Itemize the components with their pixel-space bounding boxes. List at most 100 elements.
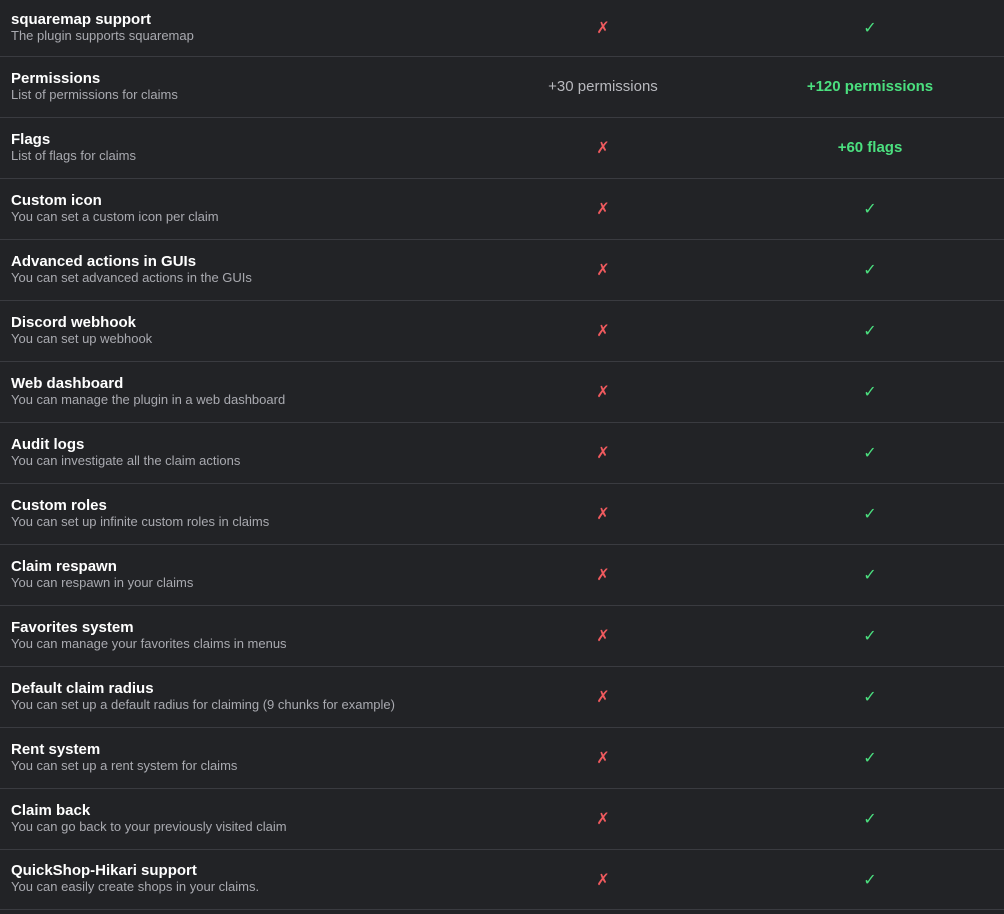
check-icon: ✓	[863, 565, 877, 584]
feature-description: You can manage your favorites claims in …	[11, 635, 287, 651]
cross-icon: ✗	[596, 443, 610, 462]
cross-icon: ✗	[596, 687, 610, 706]
feature-title: Claim back	[11, 801, 91, 819]
feature-description: You can manage the plugin in a web dashb…	[11, 391, 286, 407]
premium-cell: ✓	[736, 18, 1004, 38]
table-row: Default claim radius You can set up a de…	[0, 667, 1004, 728]
premium-cell: +120 permissions	[736, 78, 1004, 96]
feature-comparison-table: squaremap support The plugin supports sq…	[0, 0, 1004, 914]
feature-cell: QuickShop-Hikari support You can easily …	[0, 863, 470, 895]
feature-cell: Custom icon You can set a custom icon pe…	[0, 192, 470, 225]
feature-title: Default claim radius	[11, 679, 154, 697]
feature-title: Flags	[11, 130, 51, 148]
feature-description: You can respawn in your claims	[11, 574, 194, 590]
feature-description: You can set up infinite custom roles in …	[11, 513, 270, 529]
check-icon: ✓	[863, 626, 877, 645]
feature-title: Advanced actions in GUIs	[11, 252, 197, 270]
premium-cell: ✓	[736, 443, 1004, 463]
feature-cell: Favorites system You can manage your fav…	[0, 618, 470, 652]
free-cell: ✗	[470, 321, 736, 341]
feature-description: You can investigate all the claim action…	[11, 452, 241, 468]
feature-cell: Web dashboard You can manage the plugin …	[0, 374, 470, 408]
feature-title: squaremap support	[11, 10, 152, 28]
premium-cell: ✓	[736, 626, 1004, 646]
feature-cell: Audit logs You can investigate all the c…	[0, 435, 470, 469]
free-cell: ✗	[470, 382, 736, 402]
feature-cell: Rent system You can set up a rent system…	[0, 740, 470, 774]
feature-title: Custom roles	[11, 496, 107, 514]
feature-cell: Default claim radius You can set up a de…	[0, 679, 470, 713]
feature-description: You can go back to your previously visit…	[11, 818, 287, 834]
table-row: squaremap support The plugin supports sq…	[0, 0, 1004, 57]
check-icon: ✓	[863, 869, 877, 889]
cross-icon: ✗	[596, 260, 610, 279]
feature-title: Discord webhook	[11, 313, 137, 331]
table-row: Audit logs You can investigate all the c…	[0, 423, 1004, 484]
feature-title: Web dashboard	[11, 374, 124, 392]
feature-cell: Permissions List of permissions for clai…	[0, 70, 470, 103]
feature-cell: Custom roles You can set up infinite cus…	[0, 496, 470, 530]
feature-title: Claim respawn	[11, 557, 117, 575]
free-cell: ✗	[470, 199, 736, 219]
feature-description: List of flags for claims	[11, 147, 136, 163]
feature-title: Favorites system	[11, 618, 134, 636]
feature-description: The plugin supports squaremap	[11, 27, 194, 43]
cross-icon: ✗	[596, 869, 610, 889]
check-icon: ✓	[863, 504, 877, 523]
cross-icon: ✗	[596, 626, 610, 645]
cross-icon: ✗	[596, 809, 610, 828]
feature-cell: Discord webhook You can set up webhook	[0, 313, 470, 347]
free-cell: ✗	[470, 260, 736, 280]
premium-cell: ✓	[736, 870, 1004, 890]
table-row: Custom icon You can set a custom icon pe…	[0, 179, 1004, 240]
check-icon: ✓	[863, 382, 877, 401]
check-icon: ✓	[863, 260, 877, 279]
table-row: Discord webhook You can set up webhook ✗…	[0, 301, 1004, 362]
feature-cell: squaremap support The plugin supports sq…	[0, 10, 470, 44]
free-permissions-count: +30 permissions	[548, 78, 658, 95]
feature-description: You can set up a rent system for claims	[11, 757, 238, 773]
premium-cell: ✓	[736, 504, 1004, 524]
premium-cell: +60 flags	[736, 139, 1004, 157]
feature-cell: Claim back You can go back to your previ…	[0, 801, 470, 835]
free-cell: ✗	[470, 504, 736, 524]
free-cell: ✗	[470, 138, 736, 158]
table-row: Favorites system You can manage your fav…	[0, 606, 1004, 667]
premium-cell: ✓	[736, 199, 1004, 219]
premium-cell: ✓	[736, 565, 1004, 585]
check-icon: ✓	[863, 748, 877, 767]
table-row: Rent system You can set up a rent system…	[0, 728, 1004, 789]
free-cell: ✗	[470, 809, 736, 829]
cross-icon: ✗	[596, 199, 610, 218]
table-row: Web dashboard You can manage the plugin …	[0, 362, 1004, 423]
free-cell: ✗	[470, 443, 736, 463]
feature-description: You can set a custom icon per claim	[11, 208, 219, 224]
free-cell: ✗	[470, 870, 736, 890]
premium-cell: ✓	[736, 321, 1004, 341]
check-icon: ✓	[863, 809, 877, 828]
feature-cell: Flags List of flags for claims	[0, 130, 470, 164]
table-row: Advanced actions in GUIs You can set adv…	[0, 240, 1004, 301]
check-icon: ✓	[863, 687, 877, 706]
free-cell: +30 permissions	[470, 78, 736, 96]
feature-title: Audit logs	[11, 435, 85, 453]
free-cell: ✗	[470, 687, 736, 707]
cross-icon: ✗	[596, 504, 610, 523]
premium-flags-count: +60 flags	[837, 139, 903, 156]
cross-icon: ✗	[596, 18, 610, 37]
premium-cell: ✓	[736, 748, 1004, 768]
free-cell: ✗	[470, 565, 736, 585]
table-row: Claim back You can go back to your previ…	[0, 789, 1004, 850]
table-row: Claim respawn You can respawn in your cl…	[0, 545, 1004, 606]
feature-description: You can set up webhook	[11, 330, 153, 346]
premium-cell: ✓	[736, 382, 1004, 402]
feature-cell: Claim respawn You can respawn in your cl…	[0, 557, 470, 591]
feature-title: QuickShop-Hikari support	[11, 862, 197, 879]
cross-icon: ✗	[596, 565, 610, 584]
check-icon: ✓	[863, 199, 877, 218]
premium-cell: ✓	[736, 260, 1004, 280]
feature-title: Rent system	[11, 740, 101, 758]
cross-icon: ✗	[596, 748, 610, 767]
check-icon: ✓	[863, 321, 877, 340]
free-cell: ✗	[470, 748, 736, 768]
